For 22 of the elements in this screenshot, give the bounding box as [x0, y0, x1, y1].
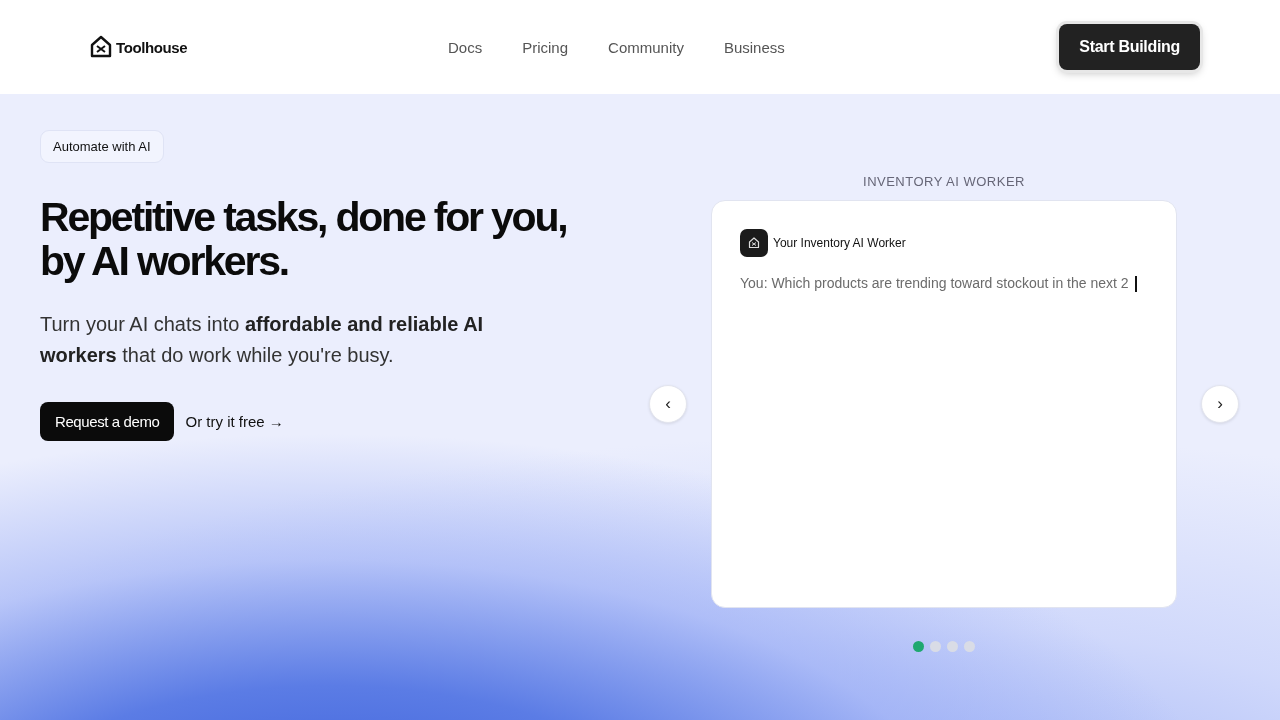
carousel-dot[interactable] — [964, 641, 975, 652]
previous-button[interactable]: ‹ — [649, 385, 687, 423]
house-icon — [748, 237, 760, 249]
hero-subtitle: Turn your AI chats into affordable and reliable AI workers that do work while you're busy. — [40, 312, 485, 368]
carousel-dot[interactable] — [947, 641, 958, 652]
try-free-link[interactable]: Or try it free → — [185, 413, 284, 430]
nav-link[interactable]: Community — [608, 38, 684, 56]
nav-link[interactable]: Docs — [448, 38, 483, 56]
chat-message: You: Which products are trending toward stockout in the next 2 — [740, 271, 1160, 296]
carousel-dot[interactable] — [930, 641, 941, 652]
worker-name: Your Inventory AI Worker — [773, 236, 906, 250]
start-building-button[interactable]: Start Building — [1059, 24, 1200, 70]
hero-title: Repetitive tasks, done for you, by AI workers. — [40, 195, 568, 283]
next-button[interactable]: › — [1201, 385, 1239, 423]
house-logo-icon — [89, 35, 113, 59]
carousel-dot[interactable] — [913, 641, 924, 652]
request-demo-button[interactable]: Request a demo — [40, 402, 175, 441]
nav-link[interactable]: Pricing — [522, 38, 569, 56]
nav-link[interactable]: Business — [723, 38, 785, 56]
brand-name[interactable]: Toolhouse — [116, 38, 188, 56]
carousel-label: INVENTORY AI WORKER — [863, 174, 1025, 189]
hero-badge: Automate with AI — [40, 130, 164, 163]
